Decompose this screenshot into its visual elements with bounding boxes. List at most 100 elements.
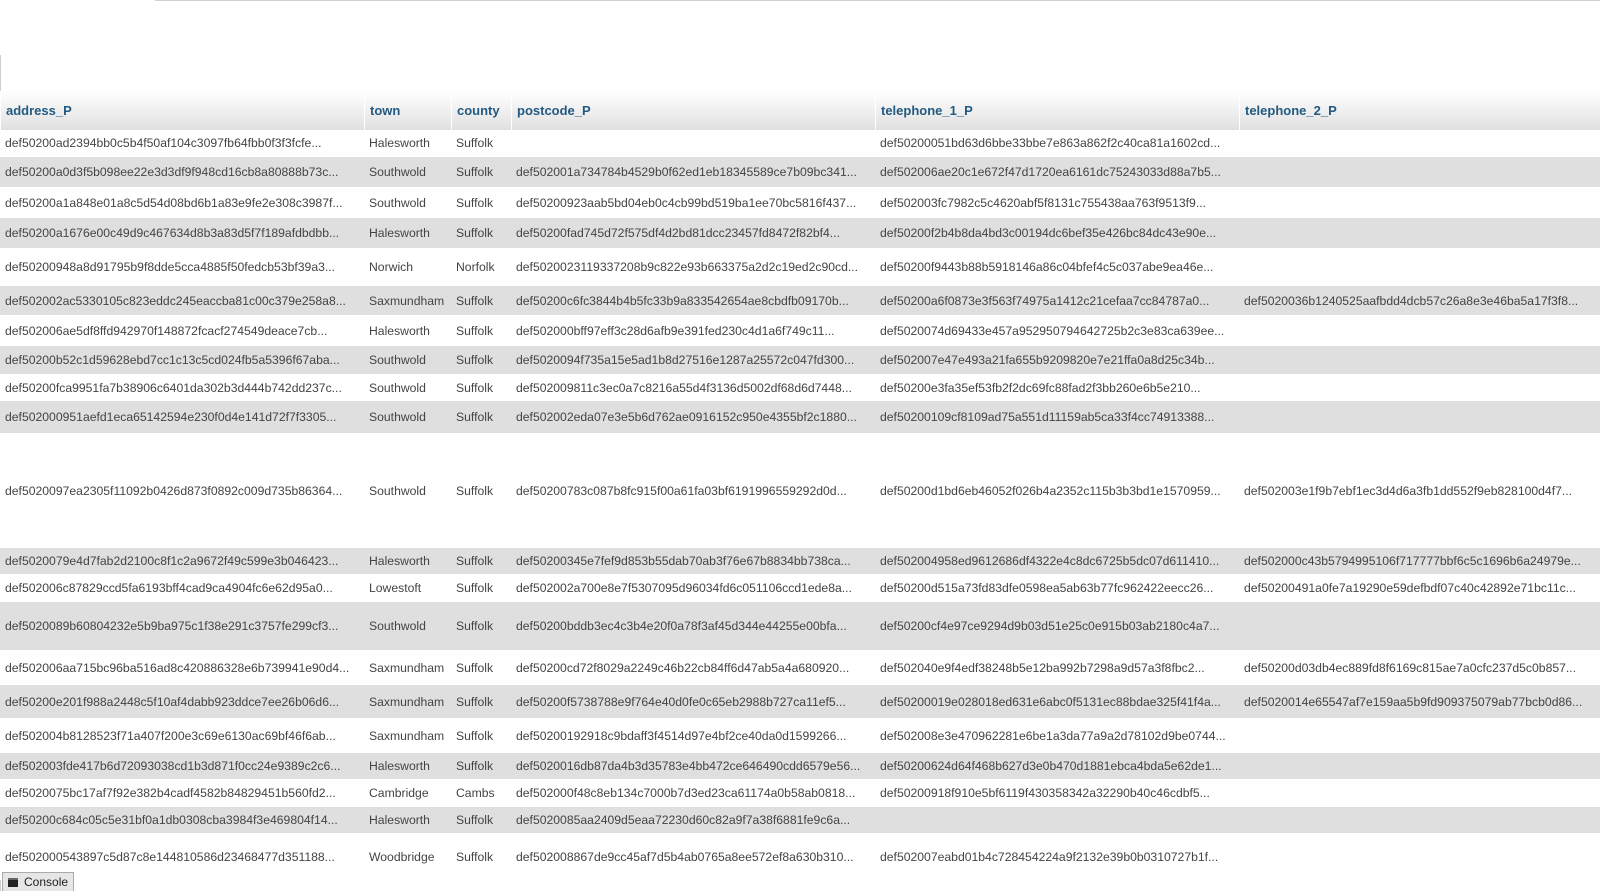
table-row[interactable]: def50200a1676e00c49d9c467634d8b3a83d5f7f… bbox=[0, 218, 1600, 249]
cell-county: Suffolk bbox=[456, 813, 494, 827]
table-row[interactable]: def502003fde417b6d72093038cd1b3d871f0cc2… bbox=[0, 753, 1600, 780]
cell-county: Suffolk bbox=[456, 619, 494, 633]
cell-postcode: def5020085aa2409d5eaa72230d60c82a9f7a38f… bbox=[516, 813, 851, 827]
cell-telephone-1: def502006ae20c1e672f47d1720ea6161dc75243… bbox=[880, 165, 1221, 179]
table-row[interactable]: def50200a0d3f5b098ee22e3d3df9f948cd16cb8… bbox=[0, 157, 1600, 188]
cell-town: Southwold bbox=[369, 165, 426, 179]
table-row[interactable]: def5020097ea2305f11092b0426d873f0892c009… bbox=[0, 434, 1600, 548]
results-table: address_P town county postcode_P telepho… bbox=[0, 91, 1600, 880]
cell-postcode: def50200923aab5bd04eb0c4cb99bd519ba1ee70… bbox=[516, 195, 857, 210]
cell-telephone-2 bbox=[1239, 719, 1600, 752]
table-row[interactable]: def5020075bc17af7f92e382b4cadf4582b84829… bbox=[0, 780, 1600, 807]
table-row[interactable]: def50200948a8d91795b9f8dde5cca4885f50fed… bbox=[0, 249, 1600, 286]
cell-postcode: def50200192918c9bdaff3f4514d97e4bf2ce40d… bbox=[516, 728, 847, 743]
table-row[interactable]: def502006ae5df8ffd942970f148872fcacf2745… bbox=[0, 316, 1600, 346]
table-row[interactable]: def5020079e4d7fab2d2100c8f1c2a9672f49c59… bbox=[0, 548, 1600, 575]
cell-telephone-1: def502003fc7982c5c4620abf5f8131c755438aa… bbox=[880, 195, 1206, 210]
cell-town: Cambridge bbox=[369, 786, 429, 800]
cell-town: Southwold bbox=[369, 353, 426, 367]
cell-address: def5020079e4d7fab2d2100c8f1c2a9672f49c59… bbox=[5, 554, 339, 568]
cell-telephone-1: def50200109cf8109ad75a551d11159ab5ca33f4… bbox=[880, 410, 1215, 424]
table-row[interactable]: def502000543897c5d87c8e144810586d2346847… bbox=[0, 834, 1600, 880]
column-header-address[interactable]: address_P bbox=[0, 91, 364, 130]
cell-address: def50200e201f988a2448c5f10af4dabb923ddce… bbox=[5, 694, 340, 709]
cell-town: Halesworth bbox=[369, 759, 430, 773]
cell-telephone-2 bbox=[1239, 807, 1600, 833]
table-body: def50200ad2394bb0c5b4f50af104c3097fb64fb… bbox=[0, 130, 1600, 880]
cell-telephone-2 bbox=[1239, 218, 1600, 248]
cell-postcode: def502008867de9cc45af7d5b4ab0765a8ee572e… bbox=[516, 849, 854, 864]
cell-postcode: def5020016db87da4b3d35783e4bb472ce646490… bbox=[516, 759, 861, 773]
cell-county: Suffolk bbox=[456, 136, 494, 150]
cell-county: Suffolk bbox=[456, 293, 494, 308]
cell-address: def502003fde417b6d72093038cd1b3d871f0cc2… bbox=[5, 759, 341, 773]
table-row[interactable]: def502004b8128523f71a407f200e3c69e6130ac… bbox=[0, 719, 1600, 753]
cell-telephone-1: def5020074d69433e457a952950794642725b2c3… bbox=[880, 323, 1225, 338]
cell-telephone-2 bbox=[1239, 834, 1600, 879]
cell-postcode: def5020023119337208b9c822e93b663375a2d2c… bbox=[516, 260, 859, 274]
cell-postcode: def502000bff97eff3c28d6afb9e391fed230c4d… bbox=[516, 323, 835, 338]
cell-telephone-2 bbox=[1239, 401, 1600, 433]
cell-address: def50200fca9951fa7b38906c6401da302b3d444… bbox=[5, 380, 342, 395]
cell-telephone-2 bbox=[1239, 188, 1600, 217]
cell-town: Norwich bbox=[369, 260, 414, 274]
table-row[interactable]: def502006aa715bc96ba516ad8c420886328e6b7… bbox=[0, 651, 1600, 685]
table-row[interactable]: def50200e201f988a2448c5f10af4dabb923ddce… bbox=[0, 685, 1600, 719]
column-header-county[interactable]: county bbox=[451, 91, 511, 130]
column-header-telephone-2[interactable]: telephone_2_P bbox=[1239, 91, 1600, 130]
cell-county: Suffolk bbox=[456, 410, 494, 424]
column-header-postcode[interactable]: postcode_P bbox=[511, 91, 875, 130]
cell-town: Halesworth bbox=[369, 323, 430, 338]
cell-postcode: def50200bddb3ec4c3b4e20f0a78f3af45d344e4… bbox=[516, 619, 847, 633]
cell-town: Halesworth bbox=[369, 136, 430, 150]
cell-postcode: def502000f48c8eb134c7000b7d3ed23ca61174a… bbox=[516, 786, 856, 800]
cell-telephone-1: def502007e47e493a21fa655b9209820e7e21ffa… bbox=[880, 353, 1215, 367]
console-button[interactable]: Console bbox=[2, 872, 74, 891]
cell-telephone-1: def50200f2b4b8da4bd3c00194dc6bef35e426bc… bbox=[880, 226, 1217, 240]
cell-address: def50200a0d3f5b098ee22e3d3df9f948cd16cb8… bbox=[5, 165, 339, 179]
cell-town: Halesworth bbox=[369, 813, 430, 827]
cell-county: Suffolk bbox=[456, 759, 494, 773]
cell-telephone-1: def50200d515a73fd83dfe0598ea5ab63b77fc96… bbox=[880, 581, 1214, 595]
cell-town: Saxmundham bbox=[369, 694, 445, 709]
cell-address: def50200a1676e00c49d9c467634d8b3a83d5f7f… bbox=[5, 226, 340, 240]
top-divider bbox=[155, 0, 1600, 1]
cell-postcode: def5020094f735a15e5ad1b8d27516e1287a2557… bbox=[516, 353, 855, 367]
table-row[interactable]: def50200ad2394bb0c5b4f50af104c3097fb64fb… bbox=[0, 130, 1600, 157]
cell-county: Suffolk bbox=[456, 353, 494, 367]
table-row[interactable]: def50200fca9951fa7b38906c6401da302b3d444… bbox=[0, 375, 1600, 401]
cell-telephone-1: def50200a6f0873e3f563f74975a1412c21cefaa… bbox=[880, 293, 1210, 308]
cell-telephone-1: def50200918f910e5bf6119f430358342a32290b… bbox=[880, 786, 1210, 800]
cell-telephone-2 bbox=[1239, 316, 1600, 345]
cell-county: Suffolk bbox=[456, 380, 494, 395]
cell-telephone-1: def50200cf4e97ce9294d9b03d51e25c0e915b03… bbox=[880, 619, 1220, 633]
cell-county: Suffolk bbox=[456, 165, 494, 179]
table-row[interactable]: def50200b52c1d59628ebd7cc1c13c5cd024fb5a… bbox=[0, 346, 1600, 375]
cell-telephone-1: def50200f9443b88b5918146a86c04bfef4c5c03… bbox=[880, 260, 1214, 274]
cell-postcode: def502001a734784b4529b0f62ed1eb18345589c… bbox=[516, 165, 857, 179]
cell-county: Suffolk bbox=[456, 195, 494, 210]
cell-address: def502000951aefd1eca65142594e230f0d4e141… bbox=[5, 410, 337, 424]
console-label: Console bbox=[24, 875, 69, 889]
column-header-town[interactable]: town bbox=[364, 91, 451, 130]
table-row[interactable]: def502000951aefd1eca65142594e230f0d4e141… bbox=[0, 401, 1600, 434]
cell-address: def502006ae5df8ffd942970f148872fcacf2745… bbox=[5, 323, 328, 338]
cell-town: Saxmundham bbox=[369, 293, 445, 308]
table-row[interactable]: def502002ac5330105c823eddc245eaccba81c00… bbox=[0, 286, 1600, 316]
cell-telephone-2 bbox=[1239, 753, 1600, 779]
table-row[interactable]: def5020089b60804232e5b9ba975c1f38e291c37… bbox=[0, 602, 1600, 651]
table-row[interactable]: def50200c684c05c5e31bf0a1db0308cba3984f3… bbox=[0, 807, 1600, 834]
table-row[interactable]: def50200a1a848e01a8c5d54d08bd6b1a83e9fe2… bbox=[0, 188, 1600, 218]
cell-address: def5020075bc17af7f92e382b4cadf4582b84829… bbox=[5, 786, 336, 800]
cell-address: def502004b8128523f71a407f200e3c69e6130ac… bbox=[5, 728, 336, 743]
cell-telephone-2: def50200d03db4ec889fd8f6169c815ae7a0cfc2… bbox=[1244, 660, 1577, 675]
cell-telephone-2 bbox=[1239, 375, 1600, 400]
column-header-telephone-1[interactable]: telephone_1_P bbox=[875, 91, 1239, 130]
cell-telephone-2: def5020036b1240525aafbdd4dcb57c26a8e3e46… bbox=[1244, 293, 1579, 308]
cell-address: def5020097ea2305f11092b0426d873f0892c009… bbox=[5, 483, 343, 498]
table-row[interactable]: def502006c87829ccd5fa6193bff4cad9ca4904f… bbox=[0, 575, 1600, 602]
cell-town: Southwold bbox=[369, 410, 426, 424]
cell-town: Halesworth bbox=[369, 554, 430, 568]
cell-telephone-2 bbox=[1239, 602, 1600, 650]
cell-telephone-1: def50200e3fa35ef53fb2f2dc69fc88fad2f3bb2… bbox=[880, 380, 1201, 395]
